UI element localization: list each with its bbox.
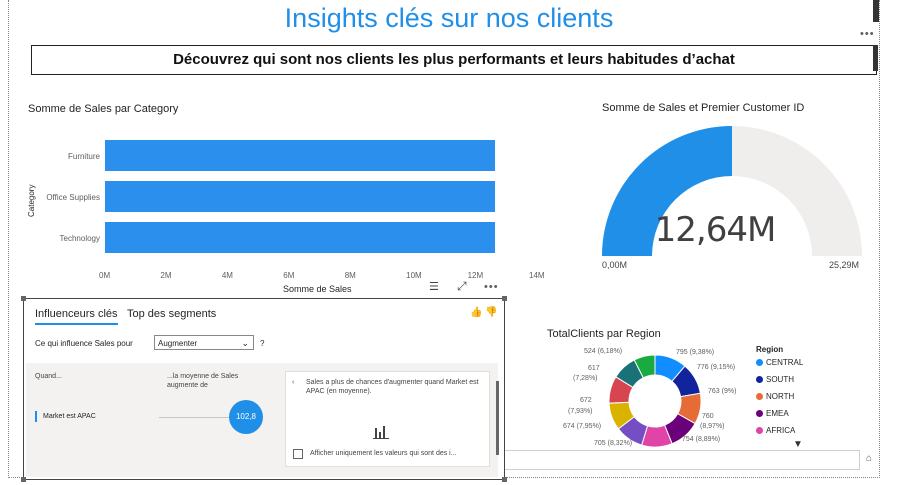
legend-marker [756,359,763,367]
resize-handle[interactable] [21,477,26,482]
factor-label[interactable]: Market est APAC [43,413,96,420]
legend-scroll-down-icon[interactable]: ▼ [793,439,803,450]
bar-chart-xlabel: Somme de Sales [283,284,352,294]
donut-label: 674 (7,95%) [563,423,602,430]
legend-item[interactable]: SOUTH [756,375,803,392]
subtitle-scrollbar[interactable] [873,45,878,71]
donut-label: 763 (9%) [708,388,737,395]
resize-handle[interactable] [502,477,507,482]
legend-marker [756,410,763,418]
bar[interactable] [105,140,496,171]
x-tick-label: 12M [467,271,484,280]
question-label: Ce qui influence Sales pour [35,339,133,348]
tab-top-segments[interactable]: Top des segments [127,308,216,320]
only-influencers-checkbox[interactable] [293,449,303,459]
col-avg: ...la moyenne de Sales augmente de [167,373,239,389]
more-options-icon[interactable]: ••• [860,28,875,40]
x-tick-label: 6M [283,271,295,280]
legend-marker [756,393,763,401]
connector-line [159,417,229,418]
bar[interactable] [105,222,496,253]
legend-marker [756,427,763,435]
legend-title: Region [756,345,784,354]
category-label: Furniture [67,152,100,161]
legend-label: EMEA [766,409,789,418]
gauge-title: Somme de Sales et Premier Customer ID [602,102,805,114]
donut-label: 672 [580,397,592,404]
donut-label: (7,93%) [568,408,593,415]
donut-legend: CENTRAL SOUTH NORTH EMEA AFRICA [756,358,803,443]
tab-key-influencers[interactable]: Influenceurs clés [35,308,118,325]
text-box[interactable] [505,450,860,470]
detail-panel: ‹ Sales a plus de chances d'augmenter qu… [285,371,490,467]
dropdown-value: Augmenter [158,339,198,348]
resize-handle[interactable] [502,296,507,301]
x-tick-label: 0M [99,271,111,280]
page-subtitle: Découvrez qui sont nos clients les plus … [31,45,877,75]
legend-item[interactable]: CENTRAL [756,358,803,375]
column-chart-icon [373,426,389,439]
legend-label: AFRICA [766,426,796,435]
detail-scrollbar[interactable] [496,381,499,455]
x-tick-label: 10M [406,271,422,280]
donut-label: 754 (8,89%) [682,436,721,443]
legend-label: SOUTH [766,375,794,384]
donut-label: 705 (8,32%) [594,440,633,447]
donut-label: 795 (9,38%) [676,349,715,356]
detail-text: Sales a plus de chances d'augmenter quan… [306,379,479,395]
bar-chart-title: Somme de Sales par Category [28,103,179,115]
donut-label: (8,97%) [700,423,725,430]
category-label: Office Supplies [46,193,100,202]
visual-more-options-icon[interactable]: ••• [484,281,499,293]
thumbs-down-icon[interactable]: 👎 [485,307,497,318]
page-title: Insights clés sur nos clients [284,3,614,33]
back-arrow-icon[interactable]: ‹ [292,379,294,386]
donut-label: 760 [702,413,714,420]
thumbs-up-icon[interactable]: 👍 [470,307,482,318]
x-tick-label: 4M [221,271,233,280]
donut-label: 776 (9,15%) [697,364,736,371]
bar[interactable] [105,181,496,212]
col-when: Quand... [35,373,62,380]
donut-label: (7,28%) [573,375,598,382]
category-label: Technology [59,234,100,243]
gauge-min: 0,00M [602,260,628,270]
gauge-max: 25,29M [829,260,860,270]
checkbox-label: Afficher uniquement les valeurs qui sont… [310,450,457,457]
factor-marker [35,411,37,422]
chevron-down-icon: ⌄ [241,338,249,348]
legend-label: NORTH [766,392,795,401]
gauge-value: 12,64M [654,210,777,250]
donut-title: TotalClients par Region [547,328,661,340]
x-tick-label: 14M [529,271,545,280]
influence-bubble[interactable]: 102,8 [229,400,263,434]
bar-chart: Furniture Office Supplies Technology 0M 2M 4M… [30,130,560,290]
filter-icon[interactable]: ☰ [429,280,439,293]
key-influencers-visual[interactable]: Influenceurs clés Top des segments 👍 👎 C… [21,296,507,482]
donut-label: 617 [588,365,600,372]
legend-label: CENTRAL [766,358,804,367]
help-icon[interactable]: ? [260,339,264,348]
legend-marker [756,376,763,384]
focus-mode-icon[interactable]: ⤢ [457,279,467,294]
legend-item[interactable]: EMEA [756,409,803,426]
pin-icon[interactable]: ⌂ [866,453,872,464]
donut-label: 524 (6,18%) [584,348,623,355]
legend-item[interactable]: NORTH [756,392,803,409]
influence-dropdown[interactable]: Augmenter ⌄ [154,335,254,350]
x-tick-label: 8M [344,271,356,280]
resize-handle[interactable] [21,296,26,301]
x-tick-label: 2M [160,271,172,280]
